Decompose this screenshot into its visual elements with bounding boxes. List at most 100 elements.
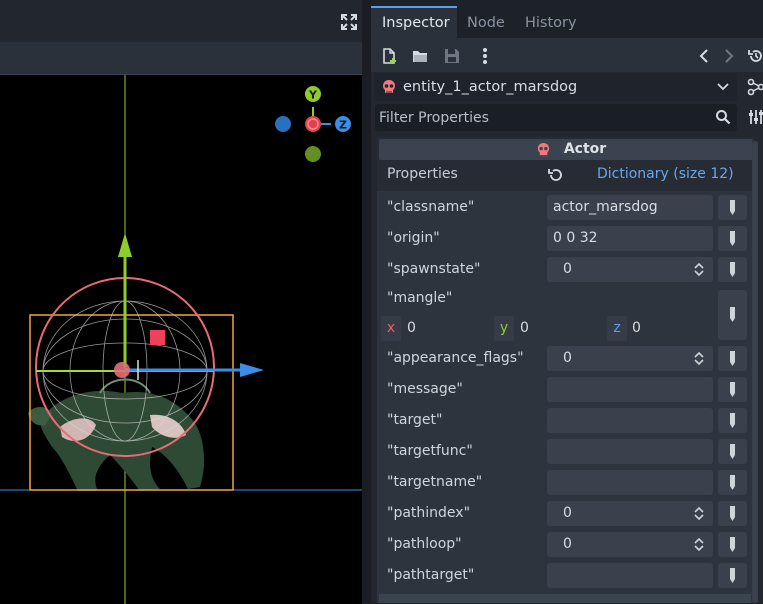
edit-button[interactable] (718, 439, 747, 464)
spinbox-value: 0 (563, 350, 572, 366)
spinbox-arrows-icon[interactable] (693, 506, 705, 521)
tab-node[interactable]: Node (467, 8, 505, 38)
tab-history[interactable]: History (525, 8, 577, 38)
mangle-x-field[interactable]: 0 (407, 316, 487, 341)
object-history-icon[interactable] (747, 47, 763, 65)
inspector-content: Actor Properties Dictionary (size 12) "c… (377, 137, 754, 603)
edit-button[interactable] (718, 408, 747, 433)
pencil-icon (728, 536, 737, 553)
target-value-field[interactable] (547, 408, 713, 433)
revert-icon[interactable] (547, 166, 565, 184)
edit-button[interactable] (718, 257, 747, 282)
origin-value-field[interactable]: 0 0 32 (547, 226, 713, 251)
gizmo-center[interactable] (114, 362, 130, 378)
pencil-icon (728, 443, 737, 460)
mangle-y-label: y (494, 316, 514, 341)
section-title: Actor (379, 139, 753, 160)
dict-key: "appearance_flags" (387, 350, 524, 366)
view-orientation-gizmo[interactable]: Y Z (275, 86, 351, 162)
actor-skull-icon (381, 79, 397, 95)
3d-viewport[interactable]: Y Z (0, 74, 362, 604)
pencil-icon (728, 261, 737, 278)
scrollbar-thumb[interactable] (752, 141, 758, 603)
edit-button[interactable] (718, 563, 747, 588)
move-z-arrowhead[interactable] (240, 363, 264, 377)
dict-key: "mangle" (387, 290, 452, 306)
pathloop-spinbox[interactable]: 0 (547, 532, 713, 557)
dock-tab-bar: Inspector Node History (371, 0, 763, 38)
pencil-icon (728, 412, 737, 429)
view-gizmo-neg-y-button[interactable] (305, 146, 321, 162)
history-back-icon[interactable] (696, 47, 714, 65)
move-y-arrowhead[interactable] (118, 233, 132, 257)
new-resource-icon[interactable] (380, 47, 398, 65)
spawnstate-spinbox[interactable]: 0 (547, 257, 713, 282)
mangle-z-label: z (607, 316, 627, 341)
more-options-icon[interactable] (476, 47, 494, 65)
pencil-icon (728, 505, 737, 522)
viewport-panel: Y Z (0, 0, 364, 603)
edit-button[interactable] (718, 346, 747, 371)
view-gizmo-y-label: Y (308, 89, 318, 102)
edit-button[interactable] (718, 195, 747, 220)
edit-button[interactable] (718, 532, 747, 557)
view-gizmo-z-label: Z (339, 119, 347, 132)
properties-label: Properties (387, 162, 458, 186)
dict-key: "pathtarget" (387, 567, 474, 583)
targetname-value-field[interactable] (547, 470, 713, 495)
viewport-menubar (0, 42, 364, 74)
dict-key: "targetname" (387, 474, 482, 490)
spinbox-value: 0 (563, 505, 572, 521)
properties-row: Properties Dictionary (size 12) (379, 162, 753, 188)
actor-section-header[interactable]: Actor (379, 139, 753, 160)
spinbox-value: 0 (563, 261, 572, 277)
node-connections-icon[interactable] (747, 78, 763, 96)
view-gizmo-neg-z-button[interactable] (275, 116, 291, 132)
message-value-field[interactable] (547, 377, 713, 402)
pencil-icon (728, 567, 737, 584)
save-icon[interactable] (443, 47, 461, 65)
spinbox-value: 0 (563, 536, 572, 552)
object-selector[interactable]: entity_1_actor_marsdog (375, 73, 737, 101)
pencil-icon (728, 474, 737, 491)
inspector-settings-icon[interactable] (747, 108, 763, 126)
dictionary-panel: "classname" actor_marsdog "origin" 0 0 3… (377, 191, 754, 603)
pencil-icon (728, 230, 737, 247)
pencil-icon (728, 350, 737, 367)
spinbox-arrows-icon[interactable] (693, 537, 705, 552)
panel-splitter[interactable] (362, 0, 371, 603)
viewport-toolbar (0, 0, 364, 42)
inspector-toolbar (371, 38, 763, 72)
edit-button[interactable] (718, 226, 747, 251)
history-forward-icon[interactable] (719, 47, 737, 65)
spinbox-arrows-icon[interactable] (693, 262, 705, 277)
tab-inspector[interactable]: Inspector (371, 6, 457, 38)
classname-value-field[interactable]: actor_marsdog (547, 195, 713, 220)
targetfunc-value-field[interactable] (547, 439, 713, 464)
mangle-z-field[interactable]: 0 (632, 316, 712, 341)
spinbox-arrows-icon[interactable] (693, 351, 705, 366)
move-plane-handle[interactable] (150, 330, 165, 345)
filter-properties-input[interactable] (375, 104, 705, 131)
pathtarget-value-field[interactable] (547, 563, 713, 588)
fullscreen-icon[interactable] (340, 13, 358, 31)
edit-button[interactable] (718, 377, 747, 402)
dict-key: "spawnstate" (387, 261, 480, 277)
pathindex-spinbox[interactable]: 0 (547, 501, 713, 526)
mangle-x-label: x (381, 316, 401, 341)
pencil-icon (728, 306, 737, 323)
inspector-scrollbar[interactable] (752, 141, 758, 603)
pencil-icon (728, 381, 737, 398)
inspector-dock: Inspector Node History (371, 0, 763, 603)
edit-button[interactable] (718, 290, 747, 340)
dictionary-toggle-button[interactable]: Dictionary (size 12) (597, 162, 737, 186)
edit-button[interactable] (718, 501, 747, 526)
search-icon (715, 109, 731, 125)
mangle-y-field[interactable]: 0 (520, 316, 600, 341)
open-folder-icon[interactable] (411, 47, 429, 65)
filter-properties-field (375, 104, 737, 131)
edit-button[interactable] (718, 470, 747, 495)
appearance-flags-spinbox[interactable]: 0 (547, 346, 713, 371)
object-name: entity_1_actor_marsdog (403, 73, 577, 101)
dict-key: "pathindex" (387, 505, 470, 521)
